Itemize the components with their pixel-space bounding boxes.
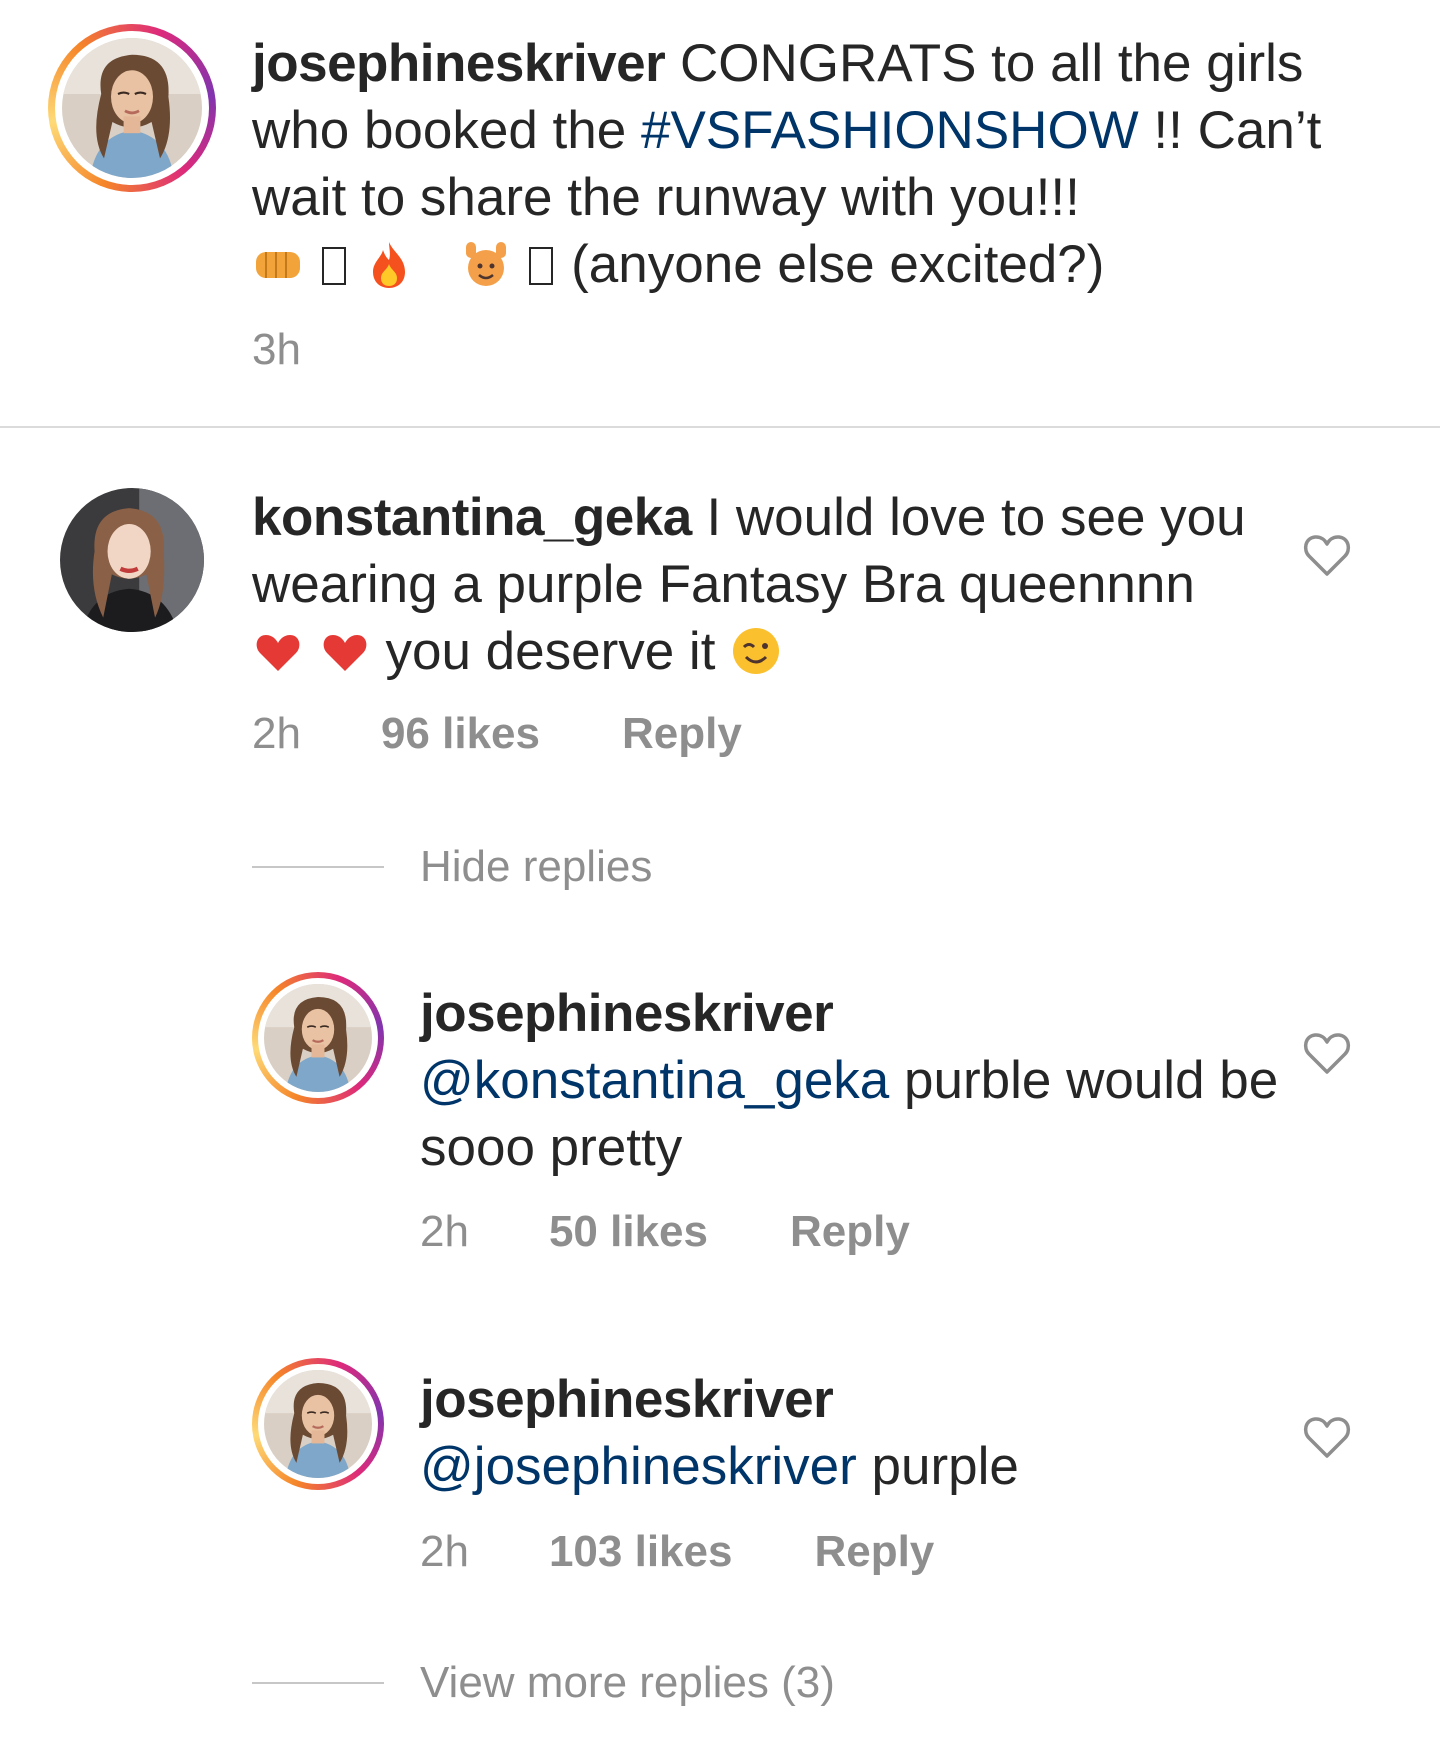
- hashtag-link[interactable]: #VSFASHIONSHOW: [641, 101, 1139, 160]
- divider: [0, 426, 1440, 428]
- missing-glyph-icon: [319, 235, 364, 294]
- reply-button[interactable]: Reply: [622, 709, 742, 759]
- raising-hands-emoji-icon: [445, 235, 526, 294]
- caption-body-3: (anyone else excited?): [571, 235, 1105, 294]
- caption-text: josephineskriver CONGRATS to all the gir…: [252, 30, 1342, 298]
- comment-timestamp: 2h: [252, 709, 301, 758]
- reply-likes[interactable]: 103 likes: [549, 1527, 733, 1577]
- avatar[interactable]: [60, 488, 204, 632]
- like-button[interactable]: [1302, 1030, 1352, 1076]
- view-more-replies-label: View more replies (3): [420, 1658, 835, 1707]
- mention-link[interactable]: @josephineskriver: [420, 1437, 857, 1496]
- reply-text: josephineskriver @josephineskriver purpl…: [420, 1366, 1280, 1500]
- heart-emoji-icon: [252, 622, 319, 681]
- comment-meta: 2h 96 likes Reply: [252, 706, 742, 762]
- fist-bump-emoji-icon: [252, 235, 319, 294]
- hide-replies-label: Hide replies: [420, 842, 653, 891]
- reply-username[interactable]: josephineskriver: [420, 984, 834, 1043]
- caption-timestamp: 3h: [252, 325, 301, 374]
- comment-likes[interactable]: 96 likes: [381, 709, 540, 759]
- avatar-photo-icon: [62, 38, 202, 178]
- mention-link[interactable]: @konstantina_geka: [420, 1051, 889, 1110]
- view-more-replies-button[interactable]: View more replies (3): [252, 1658, 835, 1708]
- comment-text: konstantina_geka I would love to see you…: [252, 484, 1252, 685]
- caption-username[interactable]: josephineskriver: [252, 34, 666, 93]
- reply-button[interactable]: Reply: [790, 1207, 910, 1257]
- reply-meta: 2h 103 likes Reply: [420, 1524, 934, 1580]
- avatar[interactable]: [252, 1358, 384, 1490]
- heart-outline-icon: [1303, 535, 1351, 576]
- reply-body: purple: [871, 1437, 1019, 1496]
- heart-outline-icon: [1303, 1417, 1351, 1458]
- reply-username[interactable]: josephineskriver: [420, 1370, 834, 1429]
- avatar-photo-icon: [264, 984, 372, 1092]
- like-button[interactable]: [1302, 532, 1352, 578]
- winking-face-emoji-icon: [715, 622, 782, 681]
- reply-text: josephineskriver @konstantina_geka purbl…: [420, 980, 1280, 1181]
- hide-replies-button[interactable]: Hide replies: [252, 842, 652, 892]
- reply-timestamp: 2h: [420, 1527, 469, 1576]
- reply-divider-line: [252, 866, 384, 868]
- fire-emoji-icon: [363, 235, 430, 294]
- caption-meta: 3h: [252, 322, 301, 378]
- reply-button[interactable]: Reply: [814, 1527, 934, 1577]
- heart-emoji-icon: [319, 622, 386, 681]
- reply-timestamp: 2h: [420, 1207, 469, 1256]
- like-button[interactable]: [1302, 1414, 1352, 1460]
- missing-glyph-icon: [526, 235, 571, 294]
- reply-meta: 2h 50 likes Reply: [420, 1204, 910, 1260]
- avatar-photo-icon: [60, 488, 204, 632]
- avatar[interactable]: [252, 972, 384, 1104]
- avatar[interactable]: [48, 24, 216, 192]
- avatar-photo-icon: [264, 1370, 372, 1478]
- comment-username[interactable]: konstantina_geka: [252, 488, 692, 547]
- reply-divider-line: [252, 1682, 384, 1684]
- heart-outline-icon: [1303, 1033, 1351, 1074]
- comment-body-2: you deserve it: [385, 622, 716, 681]
- reply-likes[interactable]: 50 likes: [549, 1207, 708, 1257]
